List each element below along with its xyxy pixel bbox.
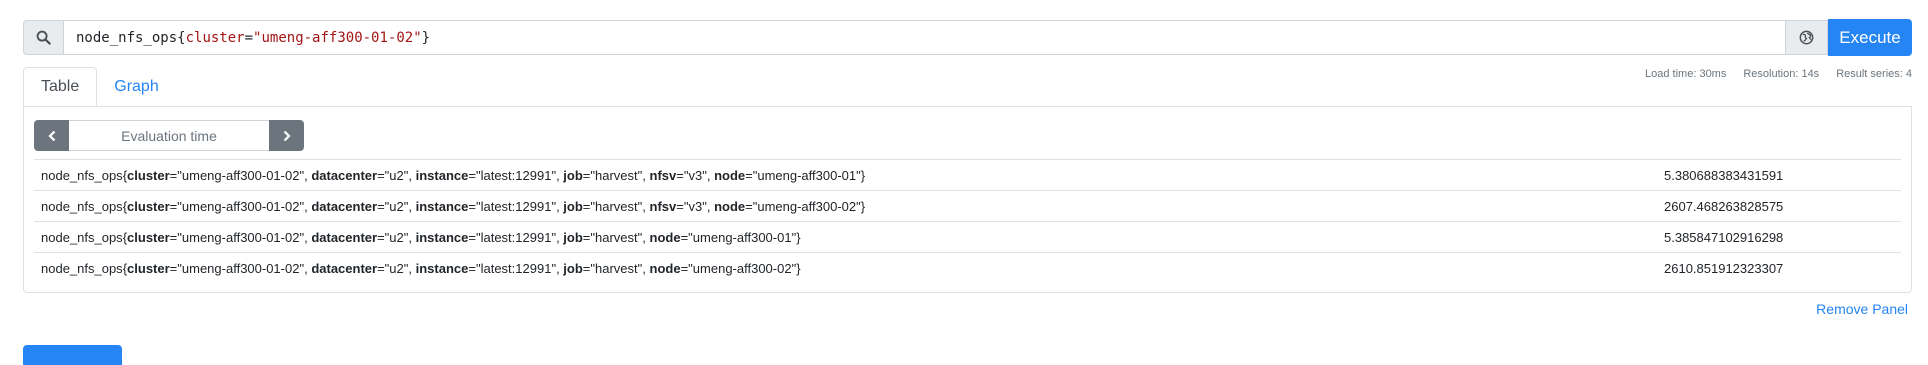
label-name: job xyxy=(563,260,583,276)
value-cell: 5.385847102916298 xyxy=(1657,221,1901,253)
label-name: node xyxy=(714,167,746,183)
label-name: datacenter xyxy=(311,198,378,214)
expression-label-name: cluster xyxy=(185,29,245,46)
series-metric: node_nfs_ops xyxy=(41,229,123,245)
series-cell: node_nfs_ops{cluster="umeng-aff300-01-02… xyxy=(34,252,1657,283)
label-value: umeng-aff300-01 xyxy=(692,229,792,245)
label-value: u2 xyxy=(389,229,404,245)
expression-input[interactable]: node_nfs_ops{cluster = "umeng-aff300-01-02… xyxy=(64,20,1786,55)
remove-panel-link[interactable]: Remove Panel xyxy=(1816,301,1908,317)
expression-open-brace: { xyxy=(177,29,186,46)
label-name: datacenter xyxy=(311,260,378,276)
label-value: umeng-aff300-02 xyxy=(757,198,857,214)
label-value: umeng-aff300-01-02 xyxy=(181,167,300,183)
label-name: job xyxy=(563,198,583,214)
series-metric: node_nfs_ops xyxy=(41,260,123,276)
execute-button[interactable]: Execute xyxy=(1828,19,1912,56)
label-name: cluster xyxy=(127,229,170,245)
chevron-left-icon[interactable] xyxy=(34,120,69,151)
result-series: Result series: 4 xyxy=(1836,68,1912,80)
label-value: umeng-aff300-01-02 xyxy=(181,260,300,276)
label-value: harvest xyxy=(595,229,638,245)
label-value: umeng-aff300-02 xyxy=(692,260,792,276)
label-value: latest:12991 xyxy=(480,260,552,276)
resolution: Resolution: 14s xyxy=(1743,68,1820,80)
series-cell: node_nfs_ops{cluster="umeng-aff300-01-02… xyxy=(34,190,1657,222)
expression-metric: node_nfs_ops xyxy=(76,29,178,46)
label-name: instance xyxy=(415,198,469,214)
series-cell: node_nfs_ops{cluster="umeng-aff300-01-02… xyxy=(34,221,1657,253)
globe-icon[interactable] xyxy=(1786,20,1828,55)
label-name: cluster xyxy=(127,198,170,214)
label-value: umeng-aff300-01 xyxy=(757,167,857,183)
label-value: latest:12991 xyxy=(480,167,552,183)
table-row: node_nfs_ops{cluster="umeng-aff300-01-02… xyxy=(34,221,1901,253)
label-name: cluster xyxy=(127,260,170,276)
label-name: datacenter xyxy=(311,229,378,245)
label-name: datacenter xyxy=(311,167,378,183)
expression-equals: = xyxy=(244,29,254,46)
evaluation-time-picker: Evaluation time xyxy=(34,120,304,151)
label-value: harvest xyxy=(595,260,638,276)
label-name: node xyxy=(649,229,681,245)
label-value: u2 xyxy=(389,167,404,183)
label-value: u2 xyxy=(389,198,404,214)
load-time: Load time: 30ms xyxy=(1645,68,1727,80)
label-value: harvest xyxy=(595,167,638,183)
table-row: node_nfs_ops{cluster="umeng-aff300-01-02… xyxy=(34,252,1901,283)
evaluation-time-input[interactable]: Evaluation time xyxy=(69,120,269,151)
label-value: latest:12991 xyxy=(480,229,552,245)
label-value: v3 xyxy=(688,167,703,183)
series-metric: node_nfs_ops xyxy=(41,167,123,183)
panel-tabs: Table Graph xyxy=(23,67,176,107)
label-name: job xyxy=(563,229,583,245)
table-row: node_nfs_ops{cluster="umeng-aff300-01-02… xyxy=(34,190,1901,222)
search-icon xyxy=(23,20,64,55)
label-value: latest:12991 xyxy=(480,198,552,214)
label-value: umeng-aff300-01-02 xyxy=(181,229,300,245)
table-panel: Evaluation time node_nfs_ops{cluster="um… xyxy=(23,106,1912,293)
chevron-right-icon[interactable] xyxy=(269,120,304,151)
label-value: v3 xyxy=(688,198,703,214)
label-value: u2 xyxy=(389,260,404,276)
label-name: instance xyxy=(415,229,469,245)
table-row: node_nfs_ops{cluster="umeng-aff300-01-02… xyxy=(34,159,1901,191)
add-panel-button[interactable] xyxy=(23,345,122,365)
label-name: nfsv xyxy=(649,167,677,183)
label-name: instance xyxy=(415,167,469,183)
expression-bar: node_nfs_ops{cluster = "umeng-aff300-01-02… xyxy=(23,19,1912,56)
label-name: instance xyxy=(415,260,469,276)
query-stats: Load time: 30ms Resolution: 14s Result s… xyxy=(1645,68,1912,80)
tab-table[interactable]: Table xyxy=(23,67,98,107)
series-metric: node_nfs_ops xyxy=(41,198,123,214)
value-cell: 2610.851912323307 xyxy=(1657,252,1901,283)
label-value: harvest xyxy=(595,198,638,214)
value-cell: 5.380688383431591 xyxy=(1657,159,1901,191)
label-value: umeng-aff300-01-02 xyxy=(181,198,300,214)
series-cell: node_nfs_ops{cluster="umeng-aff300-01-02… xyxy=(34,159,1657,191)
value-cell: 2607.468263828575 xyxy=(1657,190,1901,222)
expression-label-value: "umeng-aff300-01-02" xyxy=(253,29,422,46)
results-table: node_nfs_ops{cluster="umeng-aff300-01-02… xyxy=(34,159,1901,283)
label-name: job xyxy=(563,167,583,183)
label-name: cluster xyxy=(127,167,170,183)
label-name: node xyxy=(714,198,746,214)
tab-graph[interactable]: Graph xyxy=(97,67,175,107)
label-name: nfsv xyxy=(649,198,677,214)
label-name: node xyxy=(649,260,681,276)
expression-close-brace: } xyxy=(421,29,431,46)
